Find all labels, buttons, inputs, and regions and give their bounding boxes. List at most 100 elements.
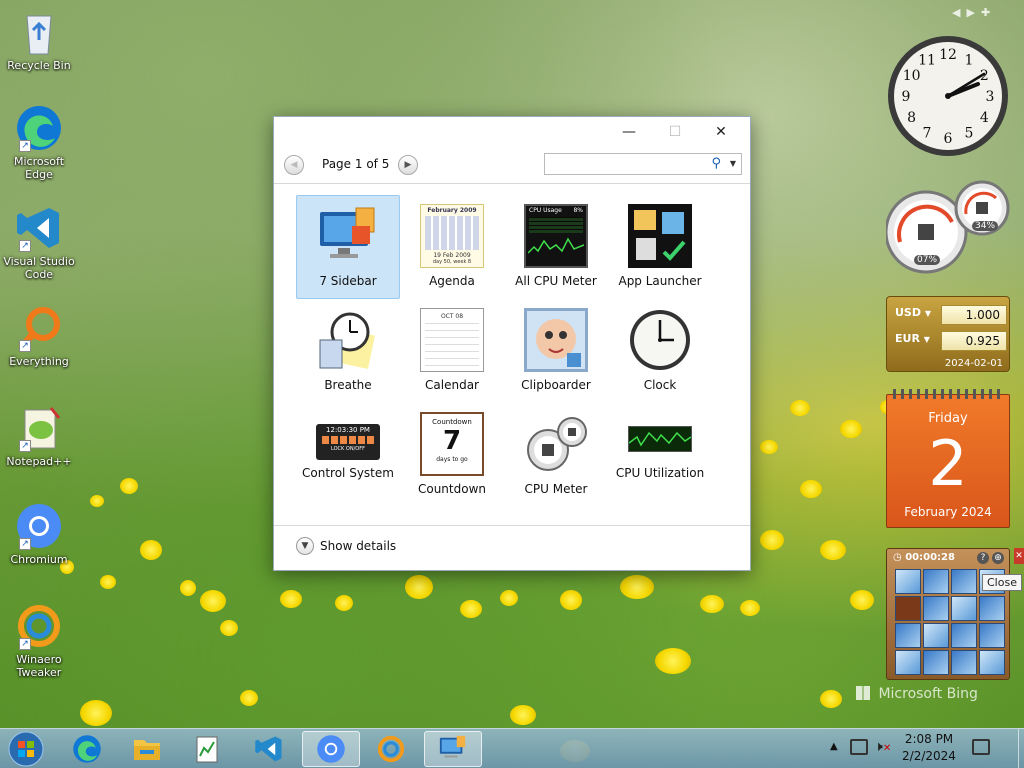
currency-value[interactable]: 1.000 bbox=[941, 305, 1007, 325]
currency-date: 2024-02-01 bbox=[944, 358, 1003, 369]
breathe-icon bbox=[316, 308, 380, 372]
network-icon[interactable] bbox=[850, 739, 868, 755]
gadget-tile-clipboarder[interactable]: Clipboarder bbox=[504, 299, 608, 403]
divider bbox=[274, 183, 750, 184]
desktop-icon-edge[interactable]: ↗ Microsoft Edge bbox=[0, 104, 78, 181]
puzzle-tile[interactable] bbox=[951, 623, 977, 648]
notifications-icon[interactable] bbox=[972, 739, 990, 755]
previous-page-button[interactable]: ◀ bbox=[284, 155, 304, 175]
chevron-down-icon: ▼ bbox=[923, 335, 930, 344]
maximize-button: ☐ bbox=[668, 124, 682, 140]
title-bar: — ☐ ✕ bbox=[274, 117, 750, 147]
cpu-utilization-icon bbox=[628, 426, 692, 452]
currency-gadget[interactable]: USD ▼ 1.000 EUR ▼ 0.925 2024-02-01 bbox=[886, 296, 1010, 372]
cpu-meter-gadget[interactable]: 07% 34% bbox=[884, 180, 1010, 276]
puzzle-tile[interactable] bbox=[979, 623, 1005, 648]
calendar-gadget[interactable]: Friday 2 February 2024 bbox=[886, 389, 1010, 528]
puzzle-tile[interactable] bbox=[951, 650, 977, 675]
clock-time[interactable]: 2:08 PM bbox=[898, 732, 960, 746]
desktop-icon-everything[interactable]: ↗ Everything bbox=[0, 304, 78, 368]
search-options-chevron-icon[interactable]: ▼ bbox=[730, 159, 736, 168]
desktop-icon-recycle-bin[interactable]: Recycle Bin bbox=[0, 8, 78, 72]
notepadpp-icon: ↗ bbox=[15, 404, 63, 452]
next-page-button[interactable]: ▶ bbox=[398, 155, 418, 175]
puzzle-tile[interactable] bbox=[951, 569, 977, 594]
vscode-icon: ↗ bbox=[15, 204, 63, 252]
desktop-icon-vscode[interactable]: ↗ Visual Studio Code bbox=[0, 204, 78, 281]
desktop-icon-label: Microsoft Edge bbox=[13, 155, 65, 181]
currency-code[interactable]: EUR bbox=[895, 332, 920, 345]
desktop-icon-notepadpp[interactable]: ↗ Notepad++ bbox=[0, 404, 78, 468]
divider bbox=[274, 525, 750, 526]
sidebar-next-icon[interactable]: ▶ bbox=[966, 6, 980, 19]
show-desktop-button[interactable] bbox=[1018, 729, 1024, 768]
taskbar-chromium[interactable] bbox=[302, 731, 360, 767]
clock-numeral: 9 bbox=[902, 89, 911, 105]
puzzle-tile[interactable] bbox=[979, 596, 1005, 621]
clock-numeral: 1 bbox=[965, 53, 974, 69]
puzzle-tile[interactable] bbox=[951, 596, 977, 621]
gadget-tile-control-system[interactable]: 12:03:30 PM LOCK ON/OFF Control System bbox=[296, 403, 400, 507]
gadget-tile-cpu-utilization[interactable]: CPU Utilization bbox=[608, 403, 712, 507]
chromium-icon bbox=[317, 735, 345, 763]
puzzle-tile[interactable] bbox=[979, 650, 1005, 675]
taskbar-notepad-app[interactable] bbox=[178, 731, 236, 767]
edge-icon: ↗ bbox=[15, 104, 63, 152]
sidebar-add-icon[interactable]: ✚ bbox=[981, 6, 996, 19]
watermark-text: Microsoft Bing bbox=[878, 686, 978, 702]
puzzle-tile[interactable] bbox=[923, 623, 949, 648]
search-icon[interactable]: ⚲ bbox=[711, 156, 721, 171]
gadget-tile-calendar[interactable]: OCT 08 Calendar bbox=[400, 299, 504, 403]
chevron-down-icon[interactable]: ▼ bbox=[296, 537, 314, 555]
page-indicator: Page 1 of 5 bbox=[322, 157, 390, 171]
show-details-toggle[interactable]: ▼ Show details bbox=[296, 535, 396, 557]
gadget-tile-app-launcher[interactable]: App Launcher bbox=[608, 195, 712, 299]
gadget-tile-clock[interactable]: Clock bbox=[608, 299, 712, 403]
puzzle-tile[interactable] bbox=[923, 569, 949, 594]
puzzle-time: 00:00:28 bbox=[905, 552, 955, 563]
puzzle-tile[interactable] bbox=[923, 596, 949, 621]
puzzle-timer: ◷ 00:00:28 bbox=[893, 552, 955, 563]
clock-numeral: 11 bbox=[918, 53, 936, 69]
taskbar-edge[interactable] bbox=[58, 731, 116, 767]
gadget-tile-agenda[interactable]: February 2009 19 Feb 2009 day 50, week 8… bbox=[400, 195, 504, 299]
puzzle-tile[interactable] bbox=[895, 596, 921, 621]
currency-row-eur[interactable]: EUR ▼ 0.925 bbox=[895, 331, 1007, 351]
puzzle-help-icon[interactable]: ? bbox=[977, 552, 989, 564]
puzzle-tile[interactable] bbox=[895, 569, 921, 594]
gadget-close-button[interactable]: ✕ bbox=[1014, 548, 1024, 564]
sidebar-prev-icon[interactable]: ◀ bbox=[952, 6, 966, 19]
desktop-icon-label: Chromium bbox=[10, 553, 68, 566]
desktop-icon-chromium[interactable]: ↗ Chromium bbox=[0, 502, 78, 566]
gadget-tile-all-cpu-meter[interactable]: CPU Usage 8% All CPU Meter bbox=[504, 195, 608, 299]
desktop-icon-winaero[interactable]: ↗ Winaero Tweaker bbox=[0, 602, 78, 679]
windows-logo-icon bbox=[8, 731, 44, 767]
gadget-tile-countdown[interactable]: Countdown 7 days to go Countdown bbox=[400, 403, 504, 507]
gadget-tile-breathe[interactable]: Breathe bbox=[296, 299, 400, 403]
gadget-tile-cpu-meter[interactable]: CPU Meter bbox=[504, 403, 608, 507]
show-hidden-icons-chevron-icon[interactable]: ▲ bbox=[830, 741, 838, 752]
puzzle-tile[interactable] bbox=[895, 623, 921, 648]
clock-date[interactable]: 2/2/2024 bbox=[898, 749, 960, 763]
gadget-tile-7-sidebar[interactable]: 7 Sidebar bbox=[296, 195, 400, 299]
clock-gadget[interactable]: 12 1 2 3 4 5 6 7 8 9 10 11 bbox=[886, 34, 1010, 158]
currency-row-usd[interactable]: USD ▼ 1.000 bbox=[895, 305, 1007, 325]
puzzle-tile[interactable] bbox=[895, 650, 921, 675]
taskbar-vscode[interactable] bbox=[240, 731, 298, 767]
taskbar-winaero[interactable] bbox=[362, 731, 420, 767]
search-input[interactable]: ⚲ ▼ bbox=[544, 153, 742, 175]
puzzle-shuffle-icon[interactable]: ⊕ bbox=[992, 552, 1004, 564]
start-button[interactable] bbox=[0, 731, 52, 767]
folder-icon bbox=[134, 740, 160, 760]
close-button[interactable]: ✕ bbox=[698, 117, 744, 147]
close-tooltip: Close bbox=[982, 574, 1022, 591]
volume-muted-icon[interactable]: 🕨✕ bbox=[874, 739, 891, 755]
taskbar-gadgets[interactable] bbox=[424, 731, 482, 767]
currency-value[interactable]: 0.925 bbox=[941, 331, 1007, 351]
winaero-tweaker-icon bbox=[377, 735, 405, 763]
minimize-button[interactable]: — bbox=[606, 117, 652, 147]
puzzle-tile[interactable] bbox=[923, 650, 949, 675]
currency-code[interactable]: USD bbox=[895, 306, 921, 319]
picture-puzzle-gadget[interactable]: ◷ 00:00:28 ? ⊕ bbox=[886, 548, 1010, 680]
taskbar-file-explorer[interactable] bbox=[118, 731, 176, 767]
